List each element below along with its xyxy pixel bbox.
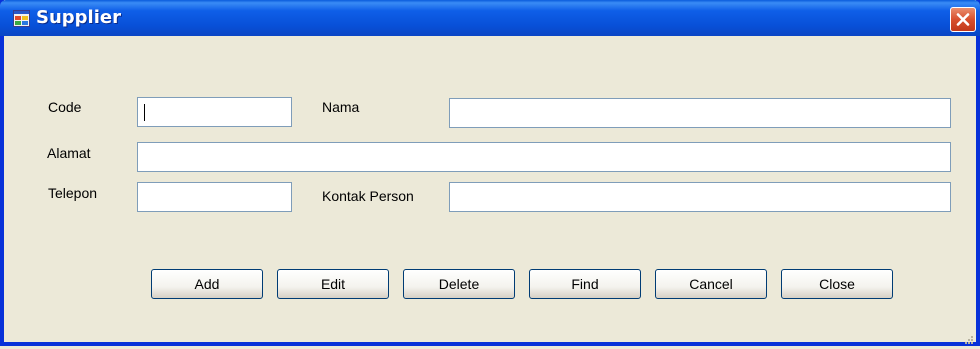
nama-label: Nama [322, 99, 360, 115]
kontak-person-field[interactable] [449, 182, 951, 212]
cancel-button[interactable]: Cancel [655, 269, 767, 299]
alamat-label: Alamat [47, 145, 91, 161]
close-icon [956, 13, 970, 26]
kontak-person-label: Kontak Person [322, 188, 414, 204]
supplier-window: Supplier Code Nama Alamat Telepon Kontak… [0, 0, 980, 346]
window-title: Supplier [36, 7, 121, 28]
add-button[interactable]: Add [151, 269, 263, 299]
title-bar[interactable]: Supplier [0, 0, 980, 36]
telepon-label: Telepon [48, 185, 98, 201]
text-cursor [144, 104, 145, 121]
alamat-field[interactable] [137, 142, 951, 172]
close-window-button[interactable] [950, 7, 976, 32]
delete-button[interactable]: Delete [403, 269, 515, 299]
close-button[interactable]: Close [781, 269, 893, 299]
code-field[interactable] [137, 97, 292, 127]
edit-button[interactable]: Edit [277, 269, 389, 299]
code-label: Code [48, 99, 82, 115]
nama-field[interactable] [449, 98, 951, 128]
find-button[interactable]: Find [529, 269, 641, 299]
form-window-icon [13, 10, 30, 27]
telepon-field[interactable] [137, 182, 292, 212]
resize-grip-icon[interactable] [964, 330, 974, 344]
